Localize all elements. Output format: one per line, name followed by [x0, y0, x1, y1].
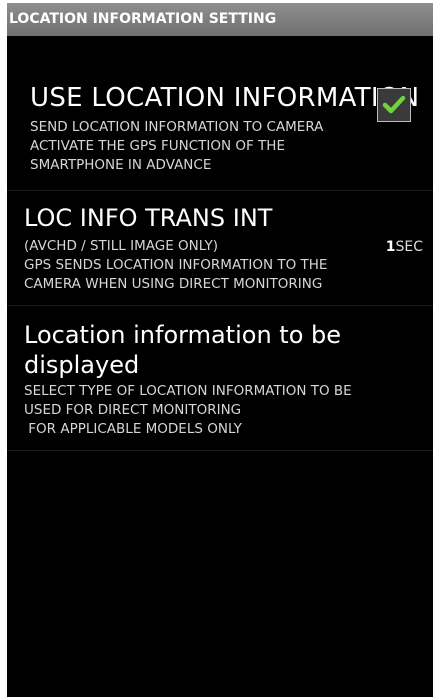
setting-use-location-information[interactable]: USE LOCATION INFORMATION SEND LOCATION I… [7, 36, 433, 191]
checkmark-icon [382, 95, 406, 114]
description-line: ACTIVATE THE GPS FUNCTION OF THE [30, 138, 285, 154]
setting-title: LOC INFO TRANS INT [24, 204, 273, 232]
setting-loc-info-trans-int[interactable]: LOC INFO TRANS INT (AVCHD / STILL IMAGE … [7, 191, 433, 306]
use-location-checkbox[interactable] [377, 88, 411, 122]
setting-title: Location information to be displayed [24, 321, 342, 379]
setting-description: (AVCHD / STILL IMAGE ONLY) GPS SENDS LOC… [24, 237, 327, 294]
setting-title: USE LOCATION INFORMATION [30, 83, 420, 113]
setting-description: SELECT TYPE OF LOCATION INFORMATION TO B… [24, 382, 352, 439]
description-line: GPS SENDS LOCATION INFORMATION TO THE [24, 257, 328, 273]
interval-unit: SEC [395, 239, 423, 255]
setting-location-information-displayed[interactable]: Location information to be displayed SEL… [7, 306, 433, 451]
setting-description: SEND LOCATION INFORMATION TO CAMERA ACTI… [30, 118, 323, 175]
settings-screen: LOCATION INFORMATION SETTING USE LOCATIO… [7, 3, 433, 697]
title-bar: LOCATION INFORMATION SETTING [7, 3, 433, 36]
description-line: (AVCHD / STILL IMAGE ONLY) [24, 238, 218, 254]
description-line: USED FOR DIRECT MONITORING [24, 402, 242, 418]
description-line: FOR APPLICABLE MODELS ONLY [24, 421, 242, 437]
description-line: SEND LOCATION INFORMATION TO CAMERA [30, 119, 324, 135]
description-line: SMARTPHONE IN ADVANCE [30, 157, 212, 173]
interval-value: 1SEC [386, 239, 423, 255]
description-line: SELECT TYPE OF LOCATION INFORMATION TO B… [24, 383, 352, 399]
description-line: CAMERA WHEN USING DIRECT MONITORING [24, 276, 323, 292]
